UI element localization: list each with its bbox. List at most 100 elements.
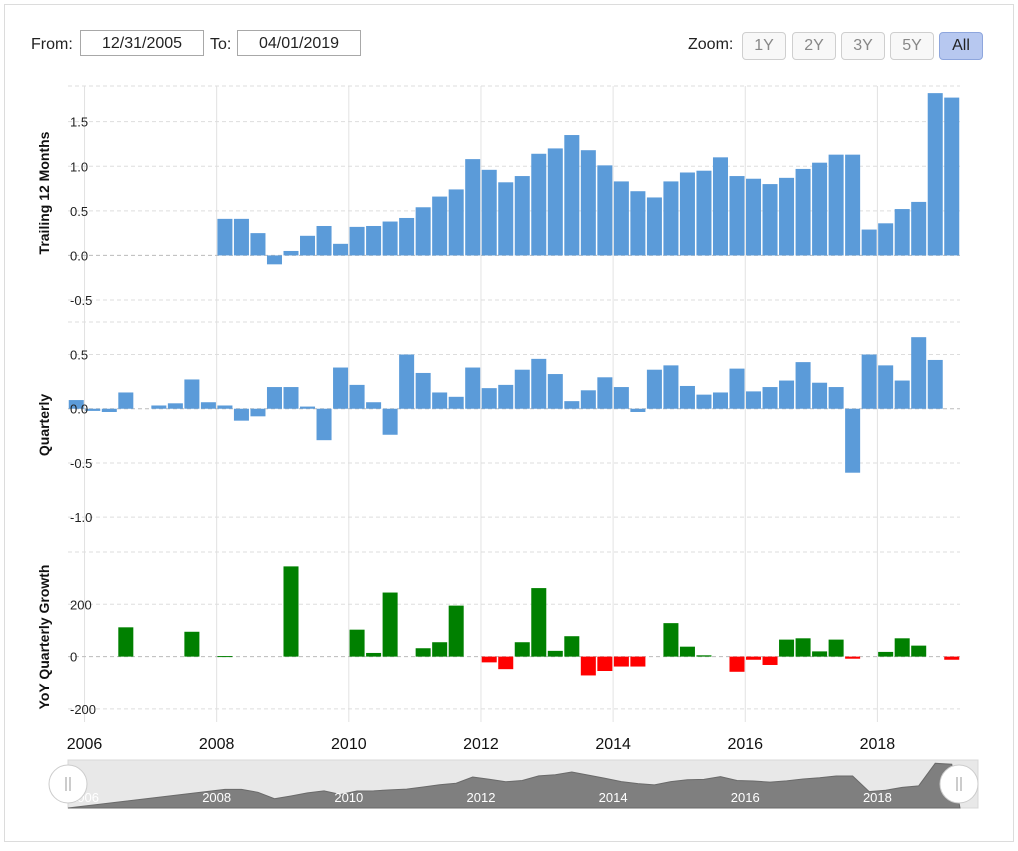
navigator-label: 2008	[202, 790, 231, 805]
yoy-growth-bar	[729, 656, 745, 672]
yoy-growth-bar	[894, 638, 910, 657]
quarterly-bar	[613, 387, 629, 409]
ttm-bar	[663, 181, 679, 256]
quarterly-bar	[151, 405, 167, 409]
ttm-bar	[911, 201, 927, 256]
yoy-growth-bar	[663, 623, 679, 657]
quarterly-bar	[712, 392, 728, 409]
y-tick-label: 1.5	[70, 115, 88, 130]
ttm-bar	[712, 157, 728, 256]
quarterly-bar	[316, 408, 332, 441]
quarterly-bar	[465, 367, 481, 409]
x-tick-label: 2012	[463, 736, 499, 753]
navigator-label: 2014	[599, 790, 628, 805]
ttm-bar	[266, 255, 282, 265]
y-tick-label: 1.0	[70, 159, 88, 174]
x-tick-label: 2016	[727, 736, 763, 753]
navigator-left-handle[interactable]	[48, 764, 88, 804]
quarterly-bar	[498, 384, 514, 409]
ttm-bar	[465, 159, 481, 256]
ttm-bar	[349, 226, 365, 256]
ttm-bar	[233, 218, 249, 256]
quarterly-bar	[184, 379, 200, 409]
ttm-bar	[217, 218, 233, 256]
ttm-bar	[564, 135, 580, 256]
yoy-growth-bar	[498, 656, 514, 670]
yoy-growth-bar	[845, 656, 861, 659]
quarterly-bar	[646, 369, 662, 409]
yoy-growth-bar	[184, 631, 200, 657]
yoy-growth-bar	[878, 651, 894, 657]
ttm-bar	[481, 169, 497, 256]
quarterly-bar	[564, 401, 580, 409]
yoy-growth-bar	[349, 629, 365, 657]
ttm-bar	[432, 196, 448, 256]
yoy-growth-bar	[564, 636, 580, 657]
quarterly-bar	[679, 385, 695, 409]
yoy-growth-bar	[432, 642, 448, 657]
y-axis-title: YoY Quarterly Growth	[36, 565, 52, 710]
ttm-bar	[828, 154, 844, 256]
yoy-growth-bar	[481, 656, 497, 663]
ttm-bar	[366, 225, 382, 256]
yoy-growth-bar	[944, 656, 960, 660]
yoy-growth-bar	[779, 639, 795, 657]
handle-circle	[939, 764, 979, 804]
quarterly-bar	[696, 394, 712, 409]
yoy-growth-bar	[696, 655, 712, 657]
quarterly-bar	[266, 387, 282, 409]
ttm-bar	[613, 181, 629, 256]
quarterly-bar	[729, 368, 745, 409]
ttm-bar	[316, 225, 332, 256]
quarterly-bar	[845, 408, 861, 473]
ttm-bar	[250, 233, 266, 256]
yoy-growth-bar	[448, 605, 464, 657]
y-tick-label: -200	[70, 702, 96, 717]
quarterly-bar	[217, 405, 233, 409]
quarterly-bar	[894, 380, 910, 409]
ttm-bar	[300, 235, 316, 256]
yoy-growth-bar	[911, 645, 927, 657]
yoy-growth-bar	[613, 656, 629, 667]
ttm-bar	[547, 148, 563, 256]
yoy-growth-bar	[795, 638, 811, 657]
yoy-growth-bar	[679, 646, 695, 657]
y-tick-label: 0.0	[70, 248, 88, 263]
ttm-bar	[812, 162, 828, 256]
ttm-bar	[679, 172, 695, 256]
quarterly-bar	[200, 402, 216, 409]
y-tick-label: 0.5	[70, 348, 88, 363]
quarterly-bar	[828, 387, 844, 409]
y-tick-label: -1.0	[70, 510, 92, 525]
ttm-bar	[597, 165, 613, 256]
quarterly-bar	[795, 362, 811, 409]
quarterly-bar	[597, 377, 613, 409]
ttm-bar	[746, 178, 762, 256]
quarterly-bar	[366, 402, 382, 409]
ttm-bar	[944, 97, 960, 256]
navigator-label: 2016	[731, 790, 760, 805]
quarterly-bar	[333, 367, 349, 409]
yoy-growth-bar	[746, 656, 762, 660]
quarterly-bar	[663, 365, 679, 409]
navigator-label: 2018	[863, 790, 892, 805]
x-tick-label: 2010	[331, 736, 367, 753]
quarterly-bar	[382, 408, 398, 435]
quarterly-bar	[250, 408, 266, 417]
quarterly-bar	[448, 396, 464, 409]
yoy-growth-bar	[382, 592, 398, 657]
ttm-bar	[531, 153, 547, 256]
quarterly-bar	[300, 406, 316, 409]
y-tick-label: -0.5	[70, 456, 92, 471]
quarterly-bar	[481, 388, 497, 409]
ttm-bar	[762, 184, 778, 256]
yoy-growth-bar	[217, 656, 233, 658]
ttm-bar	[779, 177, 795, 256]
quarterly-bar	[878, 365, 894, 409]
quarterly-bar	[812, 382, 828, 409]
quarterly-bar	[283, 387, 299, 409]
navigator-right-handle[interactable]	[939, 764, 979, 804]
yoy-growth-bar	[415, 648, 431, 657]
ttm-bar	[894, 209, 910, 256]
quarterly-bar	[762, 387, 778, 409]
